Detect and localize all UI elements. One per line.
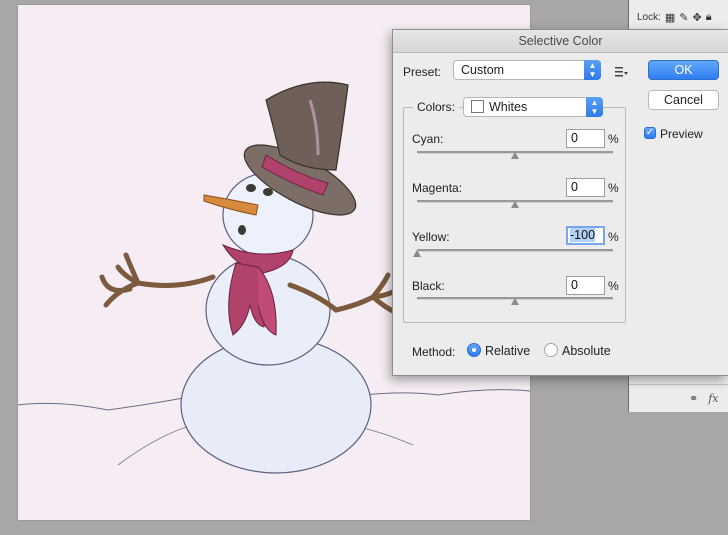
cyan-slider-thumb[interactable] xyxy=(511,152,519,159)
cyan-input[interactable]: 0 xyxy=(566,129,605,148)
colors-select[interactable]: Whites ▲ ▼ xyxy=(463,97,603,117)
preview-checkbox[interactable]: ✓ xyxy=(644,127,656,139)
absolute-label: Absolute xyxy=(562,344,611,358)
colors-legend: Colors: xyxy=(413,100,460,114)
lock-row: Lock: ▦ ✎ ✥ 🔒︎ xyxy=(629,8,728,26)
cancel-button[interactable]: Cancel xyxy=(648,90,719,110)
preset-select[interactable]: Custom ▲ ▼ xyxy=(453,60,601,80)
method-label: Method: xyxy=(412,345,456,359)
yellow-label: Yellow: xyxy=(412,230,450,244)
lock-label: Lock: xyxy=(637,11,661,23)
magenta-slider-thumb[interactable] xyxy=(511,201,519,208)
dialog-title[interactable]: Selective Color xyxy=(393,30,728,53)
preset-label: Preset: xyxy=(403,65,442,79)
cyan-percent: % xyxy=(608,132,619,146)
yellow-input[interactable]: -100 xyxy=(566,226,605,245)
brush-icon[interactable]: ✎ xyxy=(679,11,688,24)
selective-color-dialog: Selective Color Preset: Custom ▲ ▼ OK Can… xyxy=(392,29,728,376)
relative-label: Relative xyxy=(485,344,531,358)
yellow-percent: % xyxy=(608,230,619,244)
preset-value: Custom xyxy=(461,63,505,77)
colors-value: Whites xyxy=(489,100,528,114)
lock-transparent-icon[interactable]: ▦ xyxy=(665,11,675,24)
magenta-input[interactable]: 0 xyxy=(566,178,605,197)
black-percent: % xyxy=(608,279,619,293)
colors-stepper-icon: ▲ ▼ xyxy=(586,97,603,117)
relative-radio[interactable] xyxy=(467,343,481,357)
magenta-percent: % xyxy=(608,181,619,195)
layers-bottom-bar: ⚭ fx xyxy=(629,384,728,412)
lock-all-icon[interactable]: 🔒︎ xyxy=(706,11,712,24)
black-input[interactable]: 0 xyxy=(566,276,605,295)
preset-options-icon[interactable] xyxy=(615,66,629,78)
preset-stepper-icon: ▲ ▼ xyxy=(584,60,601,80)
colors-label: Colors: xyxy=(417,100,456,114)
yellow-input-value: -100 xyxy=(570,228,596,242)
ok-button[interactable]: OK xyxy=(648,60,719,80)
move-icon[interactable]: ✥ xyxy=(693,11,702,24)
cyan-label: Cyan: xyxy=(412,132,444,146)
link-icon[interactable]: ⚭ xyxy=(689,392,698,405)
magenta-label: Magenta: xyxy=(412,181,463,195)
absolute-radio[interactable] xyxy=(544,343,558,357)
preview-label: Preview xyxy=(660,127,703,141)
yellow-slider-track[interactable] xyxy=(417,249,613,252)
black-slider-thumb[interactable] xyxy=(511,298,519,305)
black-label: Black: xyxy=(412,279,445,293)
yellow-slider-thumb[interactable] xyxy=(413,250,421,257)
color-swatch xyxy=(471,100,484,113)
fx-icon[interactable]: fx xyxy=(708,392,718,405)
